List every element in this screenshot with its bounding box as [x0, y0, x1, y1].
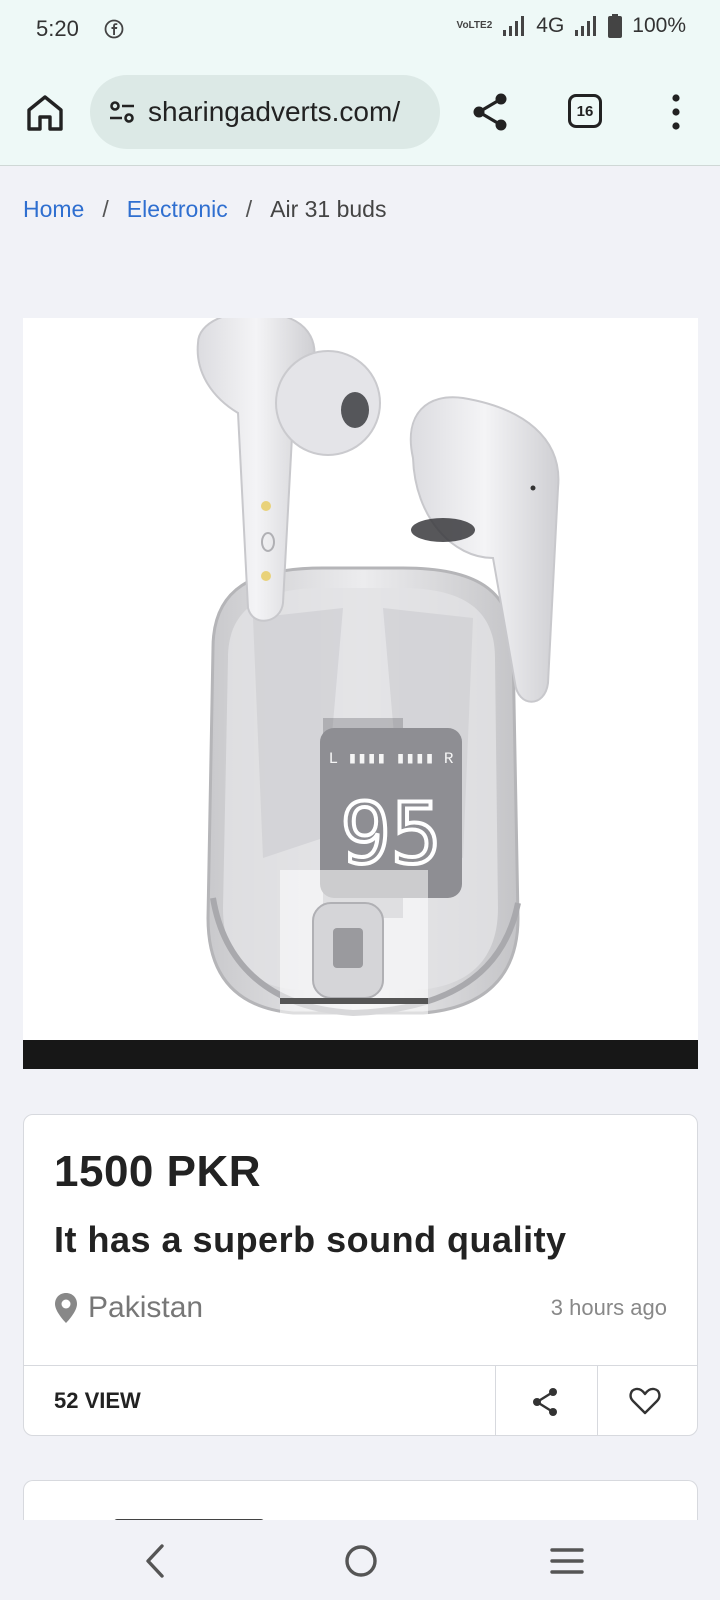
- case-display-digits: 95: [340, 785, 441, 883]
- back-icon[interactable]: [140, 1542, 170, 1580]
- battery-icon: [608, 14, 623, 38]
- volte-icon: VoLTE2: [456, 20, 493, 31]
- product-image[interactable]: L ▮▮▮▮ ▮▮▮▮ R 95: [23, 318, 698, 1040]
- tab-count: 16: [576, 102, 594, 120]
- signal-icon: [503, 16, 525, 36]
- status-indicators: VoLTE2 4G 100%: [457, 14, 686, 38]
- signal-icon: [575, 16, 597, 36]
- breadcrumb: Home / Electronic / Air 31 buds: [23, 196, 386, 223]
- posted-time: 3 hours ago: [550, 1295, 667, 1320]
- image-gallery-bar: [23, 1040, 698, 1069]
- breadcrumb-home[interactable]: Home: [23, 196, 84, 223]
- site-settings-icon[interactable]: [106, 96, 138, 128]
- url-text[interactable]: sharingadverts.com/: [148, 96, 400, 128]
- location-text: Pakistan: [88, 1291, 204, 1324]
- location-pin-icon: [55, 1293, 77, 1323]
- divider: [495, 1366, 496, 1436]
- network-type: 4G: [536, 14, 565, 37]
- system-nav-bar: [0, 1520, 720, 1600]
- listing-price: 1500 PKR: [54, 1147, 262, 1196]
- tabs-button[interactable]: 16: [568, 94, 602, 128]
- listing-card: 1500 PKR It has a superb sound quality P…: [23, 1114, 698, 1436]
- recent-apps-icon[interactable]: [550, 1546, 584, 1576]
- breadcrumb-current: Air 31 buds: [270, 196, 387, 222]
- battery-level: 100%: [632, 14, 686, 37]
- card-footer: 52 VIEW: [24, 1365, 697, 1436]
- favorite-heart-icon[interactable]: [629, 1386, 661, 1416]
- listing-title: It has a superb sound quality: [54, 1219, 567, 1260]
- view-count: 52 VIEW: [54, 1388, 141, 1413]
- status-time: 5:20: [36, 16, 79, 41]
- svg-text:L ▮▮▮▮ ▮▮▮▮ R: L ▮▮▮▮ ▮▮▮▮ R: [328, 750, 453, 768]
- breadcrumb-electronic[interactable]: Electronic: [127, 196, 228, 223]
- breadcrumb-separator: /: [102, 196, 109, 222]
- status-bar: 5:20 VoLTE2 4G 100%: [0, 0, 720, 62]
- share-listing-icon[interactable]: [529, 1386, 561, 1418]
- more-menu-icon[interactable]: [664, 92, 688, 132]
- divider: [597, 1366, 598, 1436]
- home-circle-icon[interactable]: [344, 1544, 378, 1578]
- home-icon[interactable]: [22, 90, 68, 136]
- listing-location: Pakistan: [54, 1291, 203, 1325]
- share-icon[interactable]: [468, 90, 512, 134]
- facebook-icon: [104, 19, 124, 39]
- browser-toolbar: sharingadverts.com/ 16: [0, 62, 720, 166]
- address-bar[interactable]: sharingadverts.com/: [90, 75, 440, 149]
- breadcrumb-separator: /: [245, 196, 253, 222]
- earbuds-illustration: L ▮▮▮▮ ▮▮▮▮ R 95: [196, 318, 560, 1018]
